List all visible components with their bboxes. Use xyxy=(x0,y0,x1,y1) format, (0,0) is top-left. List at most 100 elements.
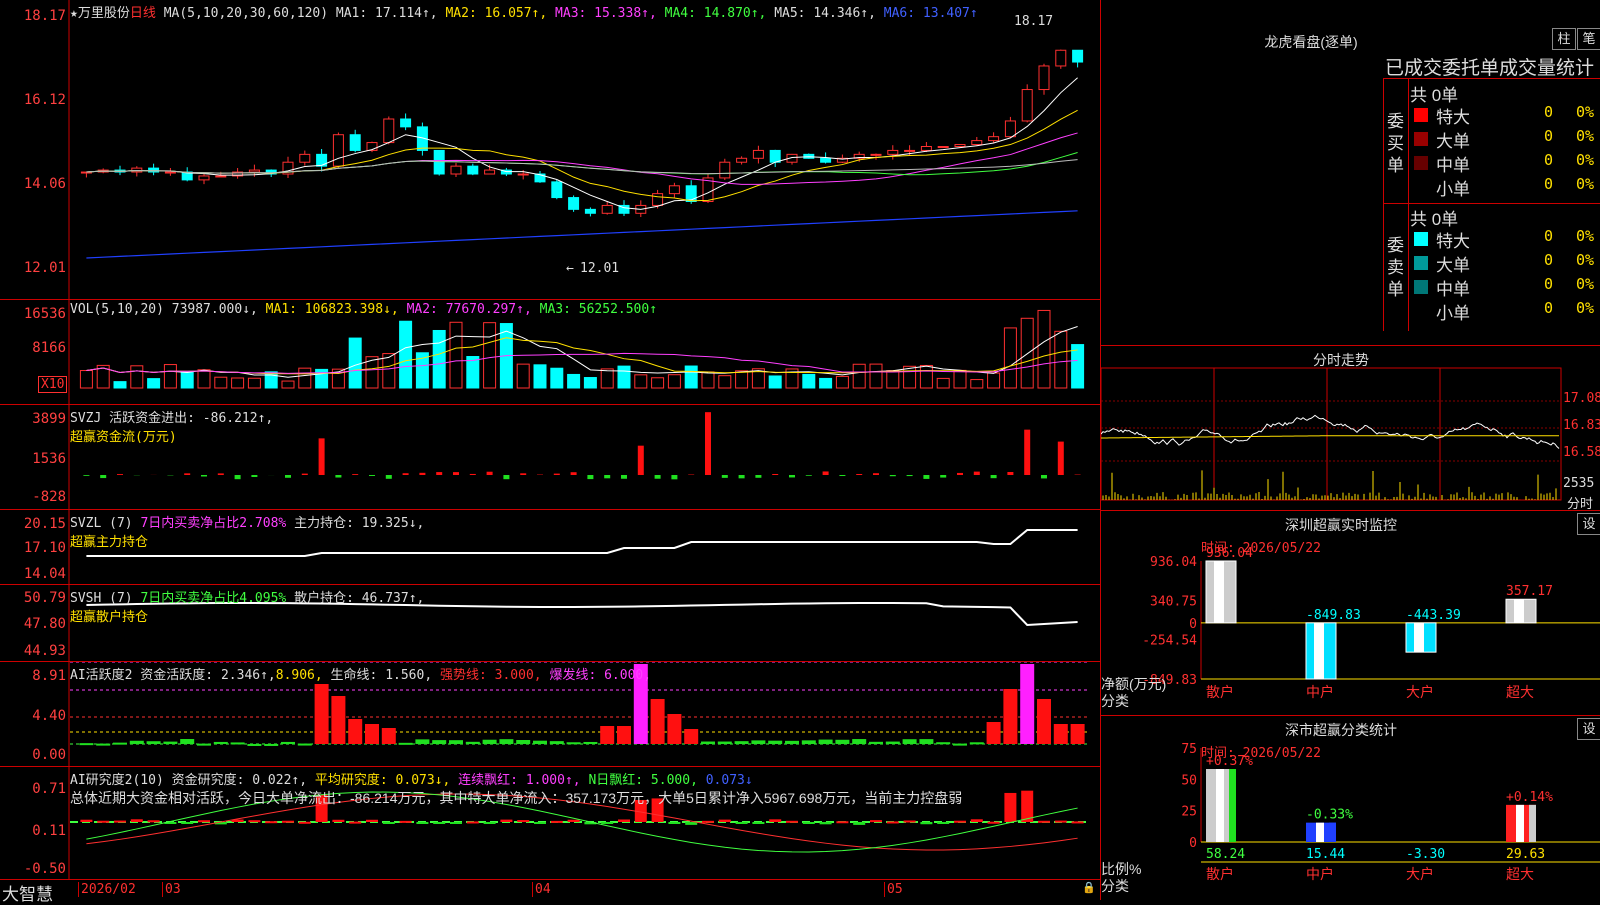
bar-mode-button[interactable]: 柱 xyxy=(1552,28,1576,50)
active-bar xyxy=(96,744,110,746)
chart-area[interactable]: ★万里股份日线 MA(5,10,20,30,60,120) MA1: 17.11… xyxy=(0,0,1100,900)
fenshi-panel[interactable]: 分时走势 17.08 16.83 16.58 2535 分时 xyxy=(1101,345,1600,511)
volume-pane[interactable]: VOL(5,10,20) 73987.000↓, MA1: 106823.398… xyxy=(0,300,1100,405)
candle xyxy=(434,150,444,174)
volume-bar xyxy=(853,364,865,388)
fenshi-axis-tick: 16.83 xyxy=(1563,418,1600,433)
research-bar xyxy=(534,822,546,824)
flow-bar xyxy=(1058,442,1064,475)
candle xyxy=(552,182,562,198)
candle xyxy=(468,166,478,174)
volume-bar xyxy=(988,373,1000,388)
period-label[interactable]: 日线 xyxy=(130,6,156,21)
volume-bar xyxy=(1055,331,1067,388)
research-bar xyxy=(803,822,815,824)
active-bar xyxy=(516,740,530,744)
classify-axis-tick: 50 xyxy=(1181,773,1197,788)
ai-research-pane[interactable]: AI研究度2(10) 资金研究度: 0.022↑, 平均研究度: 0.073↓,… xyxy=(0,767,1100,880)
classify-change: +0.37% xyxy=(1206,754,1253,769)
candle xyxy=(871,154,881,155)
lhb-table: 共 0单 共 0单 委买单 委卖单 特大00%大单00%中单00%小单00% 特… xyxy=(1383,78,1600,331)
flow-bar xyxy=(671,475,677,479)
ai2-a: AI研究度2(10) 资金研究度: 0.022↑, xyxy=(70,773,307,788)
active-bar xyxy=(651,699,665,744)
svzl-pane[interactable]: SVZL (7) 7日内买卖净占比2.708% 主力持仓: 19.325↓,超赢… xyxy=(0,510,1100,585)
lhb-p: 0% xyxy=(1576,175,1594,193)
flow-bar xyxy=(856,474,862,475)
vol-unit-badge: X10 xyxy=(38,376,67,393)
flow-bar xyxy=(369,475,375,476)
ma2-value: MA2: 16.057↑, xyxy=(445,6,547,21)
lock-icon[interactable]: 🔒 xyxy=(1082,881,1096,894)
lhb-n: 0 xyxy=(1544,103,1553,121)
svsh-pane[interactable]: SVSH (7) 7日内买卖净占比4.095% 散户持仓: 46.737↑,超赢… xyxy=(0,585,1100,662)
classify-pct: -3.30 xyxy=(1406,847,1445,862)
research-bar xyxy=(349,822,361,824)
active-bar xyxy=(214,742,228,744)
fenshi-chart[interactable] xyxy=(1101,346,1600,511)
candle xyxy=(821,158,831,162)
volume-bar xyxy=(131,366,143,388)
candle xyxy=(216,176,226,177)
ai1-d: 强势线: 3.000, xyxy=(440,668,542,683)
lhb-label: 特大 xyxy=(1436,103,1470,128)
active-bar xyxy=(869,742,883,744)
active-bar xyxy=(432,740,446,744)
color-swatch xyxy=(1414,132,1428,146)
research-bar xyxy=(769,819,781,822)
monitor-axis-tick: 0 xyxy=(1189,617,1197,632)
ma-spec: MA(5,10,20,30,60,120) xyxy=(164,6,328,21)
lhb-p: 0% xyxy=(1576,103,1594,121)
volume-bar xyxy=(971,380,983,388)
active-bar xyxy=(231,742,245,744)
svzj-pane[interactable]: SVZJ 活跃资金进出: -86.212↑,超赢资金流(万元) 3899 153… xyxy=(0,405,1100,510)
candle xyxy=(720,162,730,178)
classify-category-label: 大户 xyxy=(1406,866,1434,882)
ai1-axis-tick: 0.00 xyxy=(0,747,66,763)
candle xyxy=(938,147,948,148)
ai1-axis-tick: 8.91 xyxy=(0,668,66,684)
volume-bar xyxy=(265,372,277,388)
lhb-n: 0 xyxy=(1544,175,1553,193)
volume-bar xyxy=(248,378,260,388)
active-bar xyxy=(768,741,782,744)
ma6-value: MA6: 13.407↑ xyxy=(884,6,978,21)
kline-chart[interactable] xyxy=(0,0,1100,300)
active-bar xyxy=(466,742,480,744)
brand-label: 大智慧 xyxy=(2,880,53,905)
volume-bar xyxy=(517,364,529,388)
research-bar xyxy=(500,820,512,822)
kline-pane[interactable]: ★万里股份日线 MA(5,10,20,30,60,120) MA1: 17.11… xyxy=(0,0,1100,300)
lhb-p: 0% xyxy=(1576,151,1594,169)
monitor-axis-tick: 340.75 xyxy=(1150,594,1197,609)
ai2-axis-tick: 0.11 xyxy=(0,823,66,839)
tick-mode-button[interactable]: 笔 xyxy=(1577,28,1600,50)
flow-bar xyxy=(453,472,459,475)
classify-category-label: 散户 xyxy=(1206,866,1234,882)
volume-bar xyxy=(652,378,664,388)
research-bar xyxy=(668,822,680,824)
svsh-value: 散户持仓: 46.737↑, xyxy=(286,591,424,606)
flow-bar xyxy=(621,475,627,479)
flow-bar xyxy=(554,474,560,475)
ai-active-pane[interactable]: AI活跃度2 资金活跃度: 2.346↑,8.906, 生命线: 1.560, … xyxy=(0,662,1100,767)
volume-bar xyxy=(836,376,848,388)
active-bar xyxy=(1037,699,1051,744)
date-tick: 03 xyxy=(162,882,181,897)
date-tick: 05 xyxy=(884,882,903,897)
active-bar xyxy=(819,740,833,744)
lhb-n: 0 xyxy=(1544,251,1553,269)
research-bar xyxy=(870,820,882,822)
flow-bar xyxy=(302,474,308,475)
flow-bar xyxy=(739,475,745,478)
flow-bar xyxy=(923,475,929,479)
lhb-p: 0% xyxy=(1576,227,1594,245)
monitor-category-label: 大户 xyxy=(1406,684,1434,700)
active-bar xyxy=(163,742,177,744)
flow-bar xyxy=(890,475,896,476)
candle xyxy=(451,166,461,174)
active-bar xyxy=(701,742,715,744)
volume-bar xyxy=(349,338,361,388)
active-bar xyxy=(331,696,345,744)
research-bar xyxy=(198,820,210,822)
